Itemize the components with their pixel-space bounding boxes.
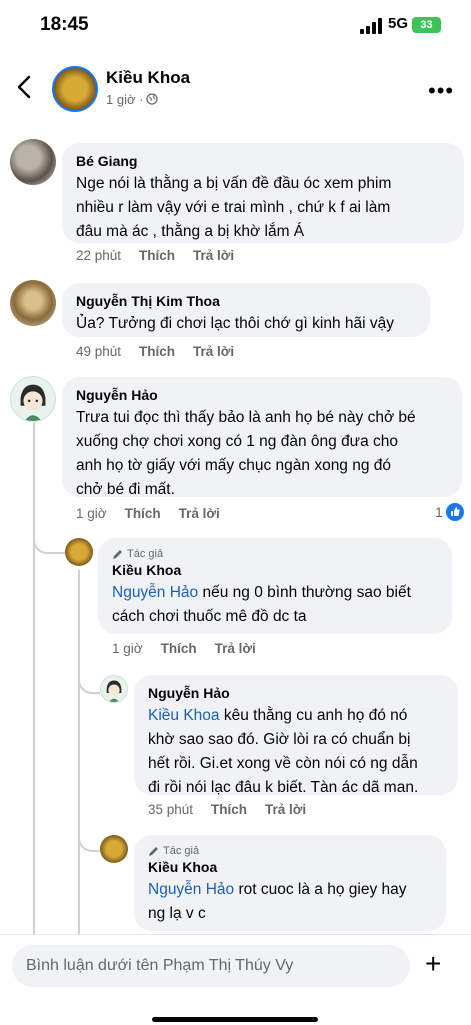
comment-time: 22 phút: [76, 248, 122, 263]
author-avatar[interactable]: [52, 66, 98, 112]
post-author-name[interactable]: Kiều Khoa: [106, 68, 190, 88]
network-label: 5G: [388, 15, 409, 32]
author-badge: Tác giả: [112, 547, 438, 561]
like-button[interactable]: Thích: [139, 248, 175, 263]
reply-time: 35 phút: [148, 802, 194, 817]
reply-meta: 35 phút Thích Trả lời: [148, 802, 306, 817]
signal-icon: [360, 18, 382, 34]
comment-text: Nge nói là thằng a bị vấn đề đầu óc xem …: [76, 175, 392, 240]
reply-bubble: Tác giả Kiều Khoa Nguyễn Hảo nếu ng 0 bì…: [98, 538, 452, 634]
comment-author[interactable]: Nguyễn Thị Kim Thoa: [76, 292, 416, 310]
more-options-icon[interactable]: •••: [428, 78, 454, 104]
comment-meta: 22 phút Thích Trả lời: [76, 248, 234, 263]
mention-link[interactable]: Nguyễn Hảo: [112, 584, 198, 601]
comment-author[interactable]: Bé Giang: [76, 152, 450, 170]
status-bar: 18:45 5G 33: [0, 0, 471, 54]
reply-text: Kiều Khoa kêu thằng cu anh họ đó nó khờ …: [148, 707, 419, 796]
reply-button[interactable]: Trả lời: [215, 641, 256, 656]
thread-line: [78, 570, 80, 934]
like-button[interactable]: Thích: [125, 506, 161, 521]
add-attachment-icon[interactable]: +: [425, 949, 441, 979]
reply-button[interactable]: Trả lời: [193, 344, 234, 359]
comment-text: Trưa tui đọc thì thấy bảo là anh họ bé n…: [76, 409, 416, 498]
thread-line: [33, 420, 35, 934]
reply-meta: 1 giờ Thích Trả lời: [112, 641, 256, 656]
reply-button[interactable]: Trả lời: [193, 248, 234, 263]
reply-author[interactable]: Nguyễn Hảo: [148, 684, 444, 702]
clock: 18:45: [40, 14, 89, 35]
mention-link[interactable]: Nguyễn Hảo: [148, 881, 234, 898]
cartoon-face-icon: [106, 680, 122, 702]
cartoon-face-icon: [20, 384, 46, 421]
reply-text: Nguyễn Hảo rot cuoc là a họ giey hay ng …: [148, 881, 407, 922]
post-header: Kiều Khoa 1 giờ · •••: [0, 58, 471, 118]
reply-author[interactable]: Kiều Khoa: [148, 858, 432, 876]
comment-bubble: Bé Giang Nge nói là thằng a bị vấn đề đầ…: [62, 143, 464, 243]
comment-time: 1 giờ: [76, 506, 107, 521]
comment-composer: Bình luận dưới tên Phạm Thị Thúy Vy +: [0, 934, 471, 1025]
thread-connector: [78, 828, 100, 852]
reaction-count[interactable]: 1: [435, 503, 464, 521]
reply-author[interactable]: Kiều Khoa: [112, 561, 438, 579]
thread-connector: [78, 670, 100, 694]
commenter-avatar[interactable]: [10, 139, 56, 185]
commenter-avatar[interactable]: [10, 280, 56, 326]
comment-meta: 49 phút Thích Trả lời: [76, 344, 234, 359]
comment-bubble: Nguyễn Thị Kim Thoa Ủa? Tưởng đi chơi lạ…: [62, 283, 430, 337]
comment-input[interactable]: Bình luận dưới tên Phạm Thị Thúy Vy: [12, 945, 410, 987]
reply-text: Nguyễn Hảo nếu ng 0 bình thường sao biết…: [112, 584, 411, 625]
reply-bubble: Nguyễn Hảo Kiều Khoa kêu thằng cu anh họ…: [134, 675, 458, 796]
home-indicator: [152, 1017, 318, 1022]
commenter-avatar[interactable]: [10, 376, 56, 422]
thread-connector: [33, 530, 65, 554]
like-button[interactable]: Thích: [139, 344, 175, 359]
comment-meta: 1 giờ Thích Trả lời: [76, 506, 220, 521]
like-button[interactable]: Thích: [211, 802, 247, 817]
reply-bubble: Tác giả Kiều Khoa Nguyễn Hảo rot cuoc là…: [134, 835, 446, 931]
comment-text: Ủa? Tưởng đi chơi lạc thôi chớ gì kinh h…: [76, 315, 395, 332]
battery-icon: 33: [412, 17, 441, 33]
pencil-icon: [149, 846, 158, 856]
post-time: 1 giờ ·: [106, 92, 144, 107]
like-button[interactable]: Thích: [161, 641, 197, 656]
comment-author[interactable]: Nguyễn Hảo: [76, 386, 448, 404]
reply-button[interactable]: Trả lời: [179, 506, 220, 521]
mention-link[interactable]: Kiều Khoa: [148, 707, 220, 724]
reply-avatar[interactable]: [100, 675, 128, 703]
comment-bubble: Nguyễn Hảo Trưa tui đọc thì thấy bảo là …: [62, 377, 462, 498]
pencil-icon: [113, 549, 122, 559]
globe-icon: [146, 93, 158, 105]
back-arrow-icon[interactable]: [14, 74, 36, 100]
reply-time: 1 giờ: [112, 641, 143, 656]
reply-button[interactable]: Trả lời: [265, 802, 306, 817]
like-reaction-icon: [445, 503, 464, 521]
reply-avatar[interactable]: [100, 835, 128, 863]
reply-avatar[interactable]: [65, 538, 93, 566]
comment-time: 49 phút: [76, 344, 122, 359]
author-badge: Tác giả: [148, 844, 432, 858]
